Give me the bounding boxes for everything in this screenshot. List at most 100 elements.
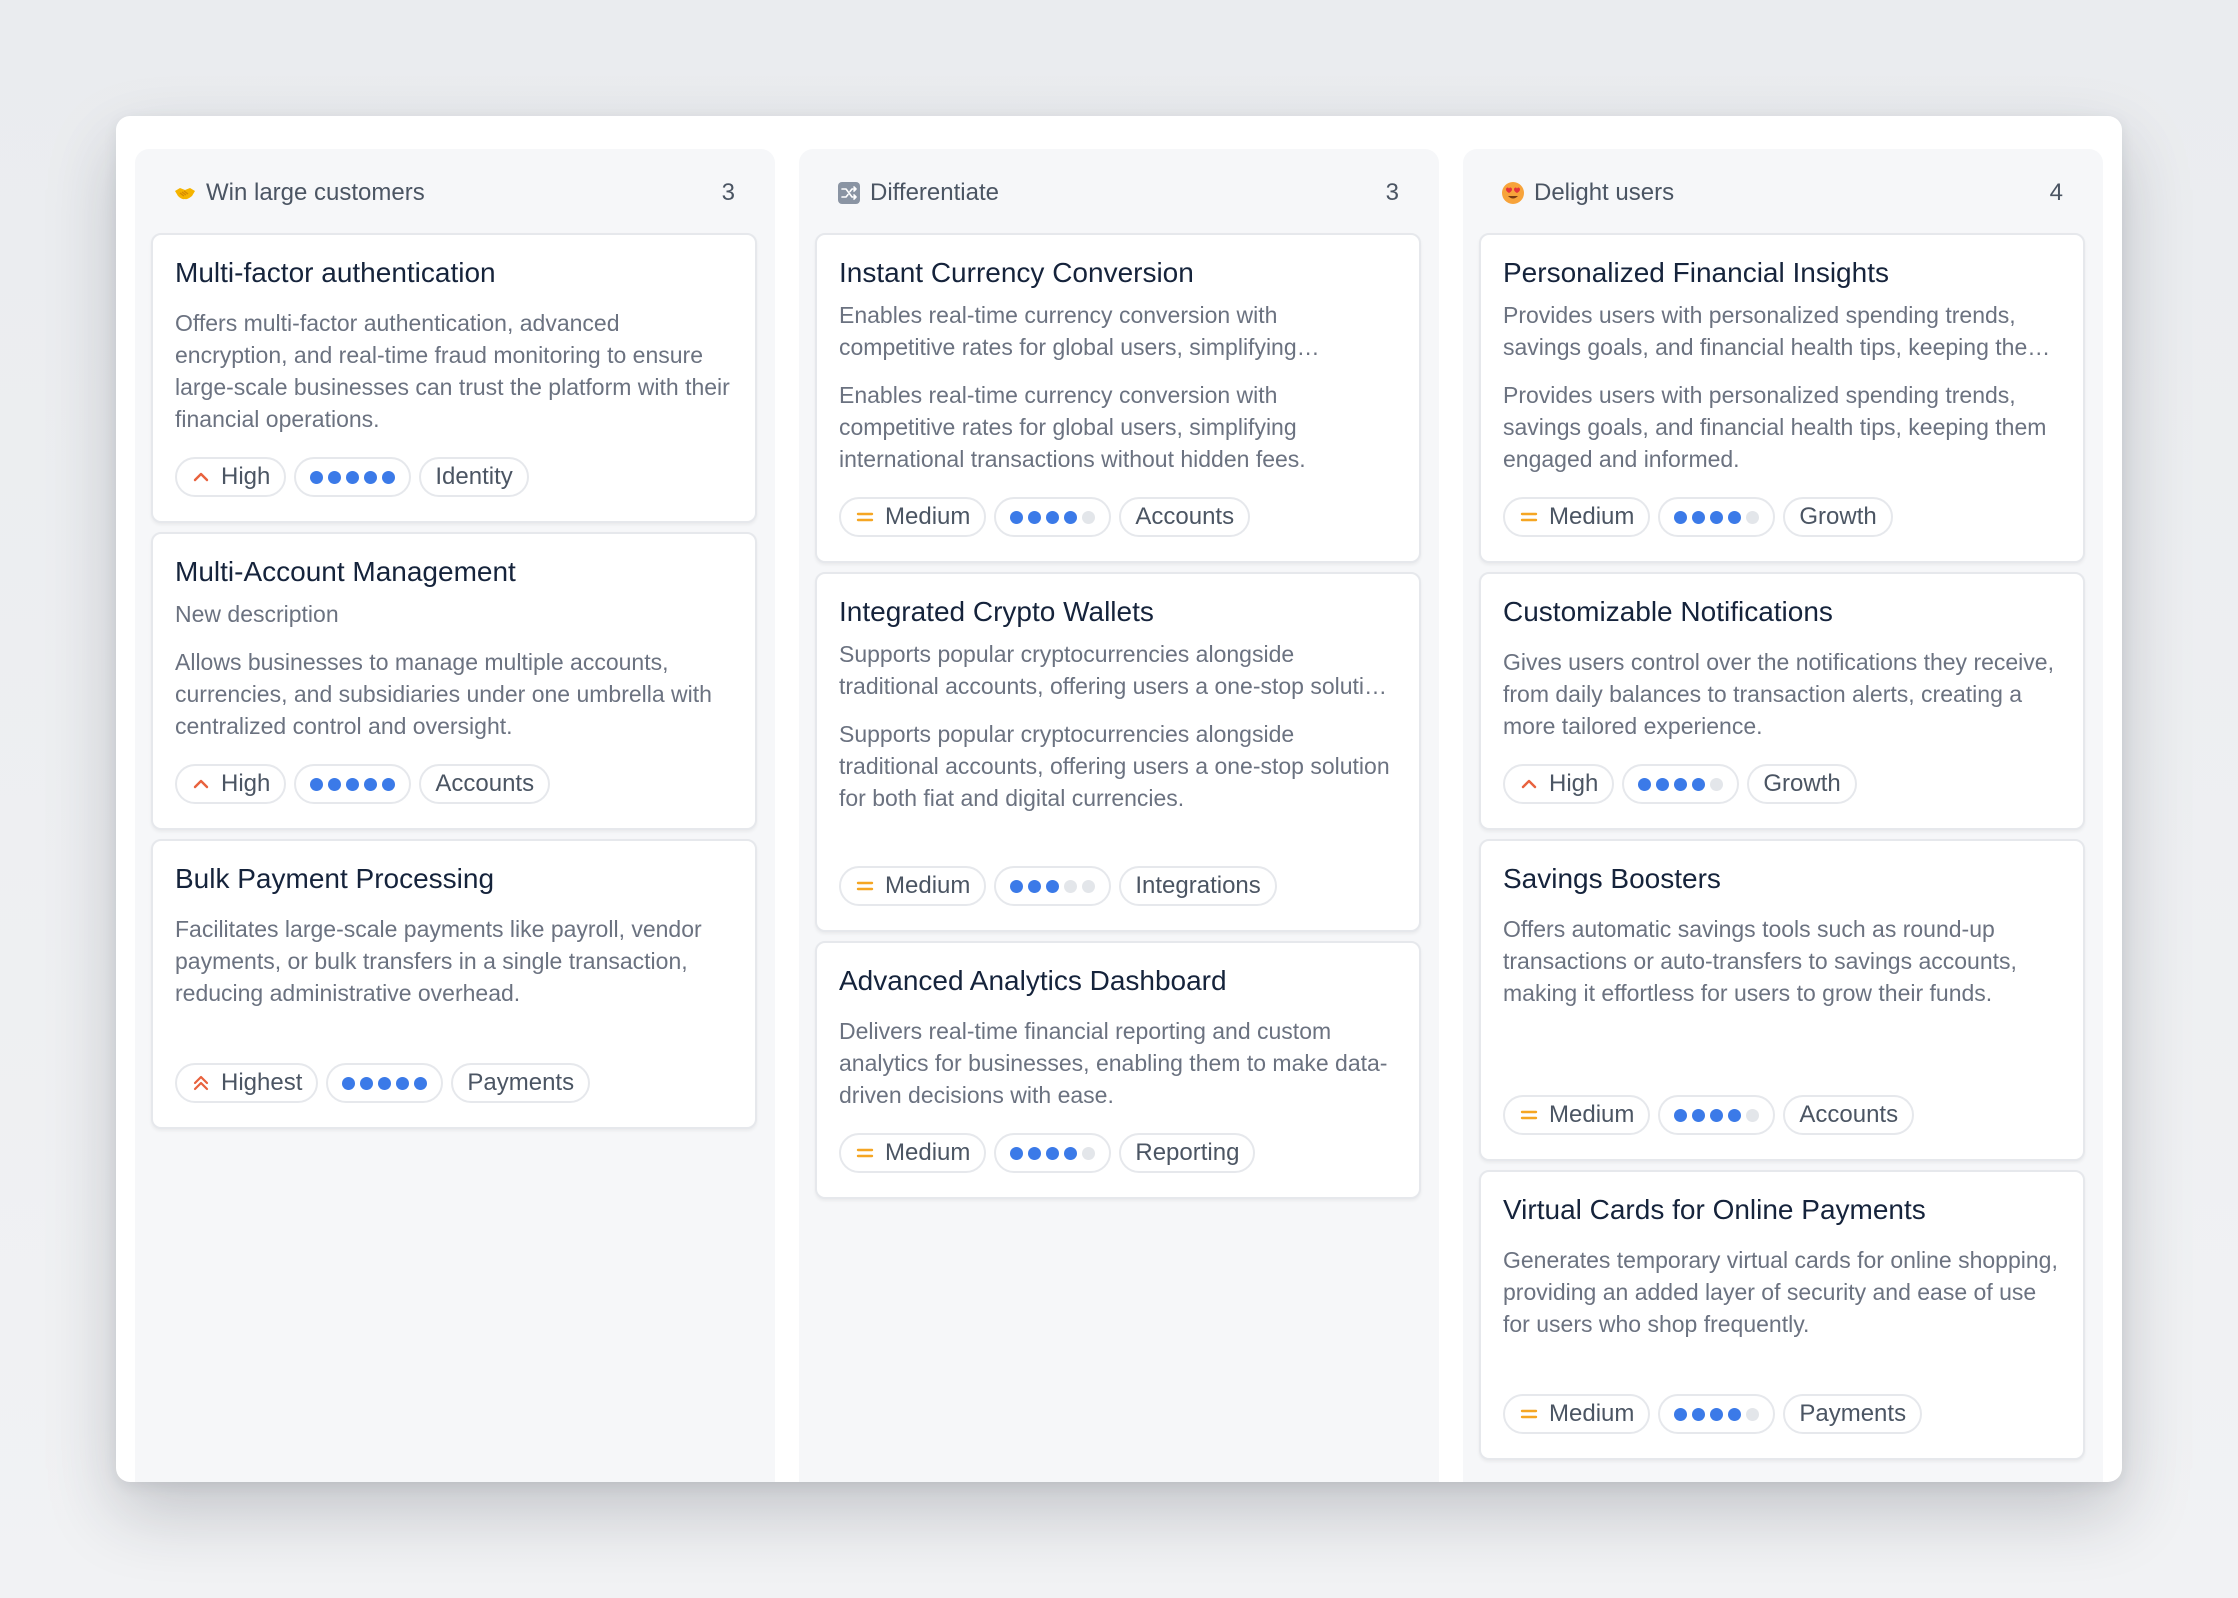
- priority-medium-icon: [1520, 1409, 1538, 1419]
- category-tag[interactable]: Reporting: [1119, 1133, 1256, 1173]
- effort-rating[interactable]: [994, 497, 1112, 537]
- effort-dot-filled: [1674, 777, 1688, 791]
- card-tags: Medium Growth: [1503, 497, 1893, 537]
- priority-badge[interactable]: Medium: [1503, 1095, 1651, 1135]
- effort-dot-filled: [1010, 510, 1024, 524]
- priority-label: High: [1549, 770, 1599, 797]
- priority-badge[interactable]: Medium: [839, 1133, 987, 1173]
- priority-label: Medium: [885, 1139, 971, 1166]
- column-header[interactable]: Delight users 4: [1463, 149, 2103, 237]
- priority-highest-icon: [193, 1075, 209, 1091]
- priority-badge[interactable]: Medium: [1503, 1394, 1651, 1434]
- card-multi-account-management[interactable]: Multi-Account Management New description…: [151, 532, 757, 830]
- card-title: Savings Boosters: [1503, 863, 1721, 894]
- effort-dot-filled: [1674, 510, 1688, 524]
- card-description: Enables real-time currency conversion wi…: [839, 382, 1306, 472]
- priority-medium-icon: [856, 512, 874, 522]
- category-tag[interactable]: Growth: [1783, 497, 1893, 537]
- category-label: Identity: [435, 463, 513, 490]
- effort-dot-filled: [1010, 879, 1024, 893]
- effort-dot-empty: [1082, 1146, 1096, 1160]
- effort-dot-filled: [1046, 879, 1060, 893]
- column-count: 4: [2049, 179, 2063, 206]
- card-title: Personalized Financial Insights: [1503, 257, 1889, 288]
- card-bulk-payment-processing[interactable]: Bulk Payment Processing Facilitates larg…: [151, 839, 757, 1129]
- priority-medium-icon: [1520, 1110, 1538, 1120]
- card-title: Virtual Cards for Online Payments: [1503, 1194, 1926, 1225]
- effort-rating[interactable]: [994, 1133, 1112, 1173]
- category-tag[interactable]: Accounts: [1783, 1095, 1915, 1135]
- card-virtual-cards-for-online-payments[interactable]: Virtual Cards for Online Payments Genera…: [1479, 1170, 2085, 1460]
- card-advanced-analytics-dashboard[interactable]: Advanced Analytics Dashboard Delivers re…: [815, 941, 1421, 1199]
- card-instant-currency-conversion[interactable]: Instant Currency Conversion Enables real…: [815, 233, 1421, 563]
- category-label: Reporting: [1135, 1139, 1240, 1166]
- card-description: Provides users with personalized spendin…: [1503, 382, 2047, 472]
- effort-dot-filled: [1656, 777, 1670, 791]
- card-tags: High Growth: [1503, 764, 1857, 804]
- effort-rating[interactable]: [294, 764, 412, 804]
- priority-badge[interactable]: Medium: [1503, 497, 1651, 537]
- effort-rating[interactable]: [1622, 764, 1740, 804]
- column-header[interactable]: Differentiate 3: [799, 149, 1439, 237]
- card-customizable-notifications[interactable]: Customizable Notifications Gives users c…: [1479, 572, 2085, 830]
- priority-badge[interactable]: Medium: [839, 866, 987, 906]
- effort-rating[interactable]: [294, 457, 412, 497]
- effort-dot-filled: [396, 1076, 410, 1090]
- category-tag[interactable]: Accounts: [1119, 497, 1251, 537]
- priority-badge[interactable]: High: [175, 457, 287, 497]
- card-personalized-financial-insights[interactable]: Personalized Financial Insights Provides…: [1479, 233, 2085, 563]
- effort-dot-empty: [1710, 777, 1724, 791]
- category-label: Accounts: [1135, 503, 1235, 530]
- category-label: Growth: [1799, 503, 1877, 530]
- priority-badge[interactable]: Medium: [839, 497, 987, 537]
- priority-label: Medium: [1549, 503, 1635, 530]
- effort-rating[interactable]: [1658, 497, 1776, 537]
- card-integrated-crypto-wallets[interactable]: Integrated Crypto Wallets Supports popul…: [815, 572, 1421, 932]
- priority-badge[interactable]: High: [1503, 764, 1615, 804]
- priority-badge[interactable]: Highest: [175, 1063, 319, 1103]
- category-tag[interactable]: Integrations: [1119, 866, 1277, 906]
- column-count: 3: [1385, 179, 1399, 206]
- effort-dot-filled: [1710, 510, 1724, 524]
- category-label: Accounts: [435, 770, 535, 797]
- effort-rating[interactable]: [994, 866, 1112, 906]
- effort-dot-filled: [1674, 1407, 1688, 1421]
- category-tag[interactable]: Payments: [451, 1063, 591, 1103]
- category-tag[interactable]: Identity: [419, 457, 529, 497]
- card-multi-factor-authentication[interactable]: Multi-factor authentication Offers multi…: [151, 233, 757, 523]
- effort-dot-filled: [1692, 510, 1706, 524]
- effort-dot-empty: [1746, 1108, 1760, 1122]
- card-description: Offers automatic savings tools such as r…: [1503, 916, 2017, 1006]
- priority-high-icon: [193, 472, 209, 482]
- column-title: Delight users: [1534, 179, 1675, 206]
- card-tags: High Identity: [175, 457, 529, 497]
- priority-high-icon: [193, 779, 209, 789]
- card-subtitle: Provides users with personalized spendin…: [1503, 302, 2047, 360]
- card-title: Integrated Crypto Wallets: [839, 596, 1154, 627]
- column-count: 3: [721, 179, 735, 206]
- card-title: Instant Currency Conversion: [839, 257, 1194, 288]
- card-title: Bulk Payment Processing: [175, 863, 495, 894]
- category-tag[interactable]: Growth: [1747, 764, 1857, 804]
- column-delight-users: Delight users 4 Personalized Financial I…: [1463, 149, 2103, 1482]
- effort-dot-filled: [382, 470, 396, 484]
- effort-dot-filled: [1692, 777, 1706, 791]
- effort-dot-filled: [1710, 1407, 1724, 1421]
- priority-badge[interactable]: High: [175, 764, 287, 804]
- card-description: Facilitates large-scale payments like pa…: [175, 916, 702, 1006]
- effort-rating[interactable]: [1658, 1095, 1776, 1135]
- effort-rating[interactable]: [1658, 1394, 1776, 1434]
- effort-dot-filled: [1728, 1407, 1742, 1421]
- effort-dot-filled: [1728, 1108, 1742, 1122]
- category-tag[interactable]: Accounts: [419, 764, 551, 804]
- effort-dot-filled: [1692, 1108, 1706, 1122]
- category-tag[interactable]: Payments: [1783, 1394, 1923, 1434]
- effort-dot-filled: [1028, 1146, 1042, 1160]
- effort-rating[interactable]: [326, 1063, 444, 1103]
- effort-dot-filled: [364, 777, 378, 791]
- column-header[interactable]: Win large customers 3: [135, 149, 775, 237]
- effort-dot-empty: [1746, 510, 1760, 524]
- heart-eyes-icon: [1501, 181, 1525, 205]
- category-label: Payments: [467, 1069, 575, 1096]
- card-savings-boosters[interactable]: Savings Boosters Offers automatic saving…: [1479, 839, 2085, 1161]
